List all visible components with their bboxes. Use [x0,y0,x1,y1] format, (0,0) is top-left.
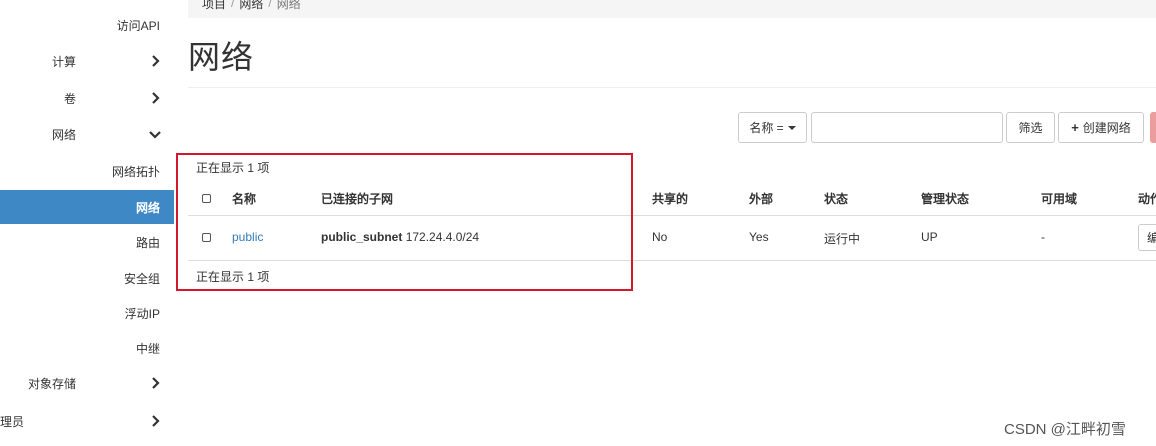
subnet-cell: public_subnet 172.24.4.0/24 [321,230,479,244]
edit-network-label: 编 [1147,231,1156,245]
sidebar-item-label: 访问API [116,18,160,33]
sidebar-item-label: 网络 [135,200,160,215]
breadcrumb: 项目 / 网络 / 网络 [188,0,1156,18]
column-header-shared: 共享的 [652,192,689,206]
subnet-cidr: 172.24.4.0/24 [405,230,480,244]
sidebar-item-label: 安全组 [123,271,160,286]
breadcrumb-item[interactable]: 项目 [202,0,226,12]
sidebar-item-label: 网络 [51,127,76,142]
sidebar-item-label: 浮动IP [124,306,160,321]
sidebar: 访问API 计算 卷 网络 网络拓扑 网络 路由 安全组 浮动IP 中继 对象存… [0,0,174,446]
sidebar-item-label: 计算 [51,54,76,69]
column-header-external: 外部 [749,192,774,206]
table-row-divider [188,260,1156,261]
caret-down-icon [787,125,796,130]
sidebar-item-networks[interactable]: 网络 [0,190,174,224]
network-name-link[interactable]: public [232,230,263,244]
subnet-name: public_subnet [321,230,403,244]
filter-field-dropdown[interactable]: 名称 = [738,112,807,143]
sidebar-item-security-groups[interactable]: 安全组 [0,261,174,295]
table-header-divider [188,215,1156,216]
chevron-right-icon [152,377,160,389]
sidebar-item-admin[interactable]: 理员 [0,404,174,438]
sidebar-item-access-api[interactable]: 访问API [0,8,174,42]
column-header-name[interactable]: 名称 [232,190,256,207]
create-network-button[interactable]: + 创建网络 [1058,112,1144,143]
column-header-subnets: 已连接的子网 [321,192,394,206]
column-header-actions: 动作 [1138,192,1156,206]
sidebar-item-network-topology[interactable]: 网络拓扑 [0,154,174,188]
sidebar-item-label: 中继 [135,341,160,356]
filter-button[interactable]: 筛选 [1006,112,1055,143]
edit-network-button[interactable]: 编 [1138,224,1156,251]
zone-cell: - [1041,230,1045,244]
chevron-right-icon [152,55,160,67]
sidebar-item-compute[interactable]: 计算 [0,44,174,78]
status-cell: 运行中 [824,232,861,246]
column-header-status: 状态 [824,192,849,206]
column-header-admin-state: 管理状态 [921,192,970,206]
page-title: 网络 [188,39,255,75]
sidebar-item-label: 路由 [135,235,160,250]
filter-button-label: 筛选 [1018,121,1043,135]
sidebar-item-label: 网络拓扑 [111,164,160,179]
sidebar-item-trunks[interactable]: 中继 [0,331,174,365]
sidebar-item-label: 对象存储 [27,376,76,391]
sidebar-item-label: 理员 [0,414,25,429]
breadcrumb-item: 网络 [276,0,301,11]
item-count-bottom: 正在显示 1 项 [196,270,270,284]
sidebar-item-object-store[interactable]: 对象存储 [0,366,174,400]
delete-networks-button[interactable] [1150,112,1156,143]
breadcrumb-separator: / [231,0,235,10]
divider [188,87,1156,88]
sidebar-item-routers[interactable]: 路由 [0,225,174,259]
sidebar-item-label: 卷 [63,91,76,106]
chevron-right-icon [152,415,160,427]
admin-state-cell: UP [921,230,938,244]
row-checkbox[interactable] [202,233,211,242]
item-count-top: 正在显示 1 项 [196,161,270,175]
watermark: CSDN @江畔初雪 [1004,421,1126,438]
external-cell: Yes [749,230,769,244]
select-all-checkbox[interactable] [202,194,211,203]
sidebar-item-network-group[interactable]: 网络 [0,117,174,151]
breadcrumb-item[interactable]: 网络 [239,0,263,12]
column-header-zone: 可用域 [1041,192,1078,206]
sidebar-item-volumes[interactable]: 卷 [0,81,174,115]
sidebar-item-floating-ips[interactable]: 浮动IP [0,296,174,330]
create-network-label: 创建网络 [1082,121,1131,135]
filter-input[interactable] [811,112,1003,143]
chevron-right-icon [152,92,160,104]
chevron-down-icon [149,131,161,139]
breadcrumb-separator: / [268,0,272,10]
shared-cell: No [652,230,668,244]
plus-icon: + [1071,120,1079,135]
filter-field-label: 名称 = [749,121,784,135]
